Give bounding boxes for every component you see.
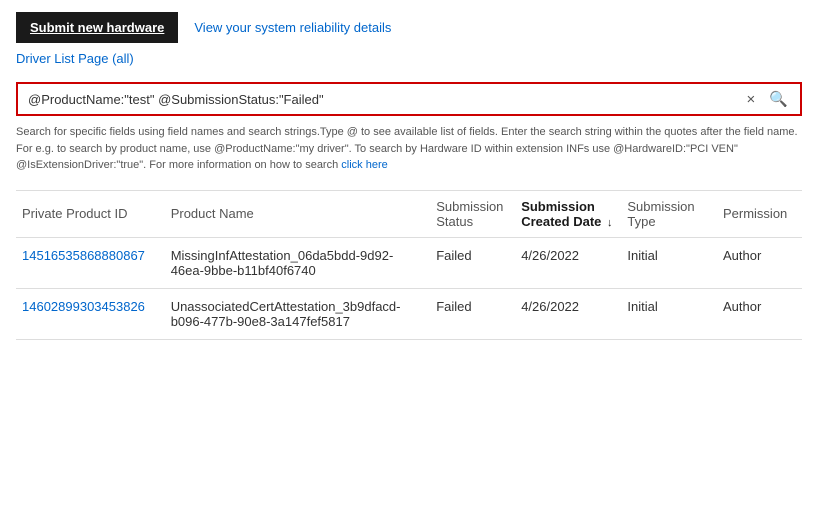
cell-permission: Author xyxy=(717,288,802,339)
search-hint: Search for specific fields using field n… xyxy=(16,124,802,174)
search-container: × 🔍 xyxy=(16,82,802,116)
col-header-submission-created-date[interactable]: Submission Created Date ↓ xyxy=(515,190,621,237)
col-header-product-name: Product Name xyxy=(165,190,431,237)
private-id-link[interactable]: 14602899303453826 xyxy=(22,299,145,314)
cell-submission-created-date: 4/26/2022 xyxy=(515,237,621,288)
col-header-private-id: Private Product ID xyxy=(16,190,165,237)
search-input[interactable] xyxy=(28,92,745,107)
cell-submission-type: Initial xyxy=(621,288,717,339)
table-header-row: Private Product ID Product Name Submissi… xyxy=(16,190,802,237)
clear-search-button[interactable]: × xyxy=(745,91,758,108)
search-hint-text: Search for specific fields using field n… xyxy=(16,126,798,171)
col-header-submission-status: Submission Status xyxy=(430,190,515,237)
cell-submission-created-date: 4/26/2022 xyxy=(515,288,621,339)
results-table: Private Product ID Product Name Submissi… xyxy=(16,190,802,340)
cell-permission: Author xyxy=(717,237,802,288)
driver-list-link[interactable]: Driver List Page (all) xyxy=(16,51,134,66)
col-header-submission-type: Submission Type xyxy=(621,190,717,237)
table-body: 14516535868880867 MissingInfAttestation_… xyxy=(16,237,802,339)
reliability-link[interactable]: View your system reliability details xyxy=(194,20,391,35)
table-row: 14602899303453826 UnassociatedCertAttest… xyxy=(16,288,802,339)
col-header-permission: Permission xyxy=(717,190,802,237)
sort-arrow-icon: ↓ xyxy=(607,217,613,229)
search-icon: 🔍 xyxy=(769,91,788,108)
cell-private-id: 14602899303453826 xyxy=(16,288,165,339)
submit-new-hardware-button[interactable]: Submit new hardware xyxy=(16,12,178,43)
search-icons: × 🔍 xyxy=(745,90,790,108)
cell-submission-status: Failed xyxy=(430,237,515,288)
search-hint-link[interactable]: click here xyxy=(341,159,387,171)
header-actions: Submit new hardware View your system rel… xyxy=(16,12,802,43)
cell-submission-type: Initial xyxy=(621,237,717,288)
clear-icon: × xyxy=(747,91,756,108)
private-id-link[interactable]: 14516535868880867 xyxy=(22,248,145,263)
cell-product-name: UnassociatedCertAttestation_3b9dfacd-b09… xyxy=(165,288,431,339)
cell-private-id: 14516535868880867 xyxy=(16,237,165,288)
table-row: 14516535868880867 MissingInfAttestation_… xyxy=(16,237,802,288)
cell-submission-status: Failed xyxy=(430,288,515,339)
cell-product-name: MissingInfAttestation_06da5bdd-9d92-46ea… xyxy=(165,237,431,288)
search-button[interactable]: 🔍 xyxy=(767,90,790,108)
